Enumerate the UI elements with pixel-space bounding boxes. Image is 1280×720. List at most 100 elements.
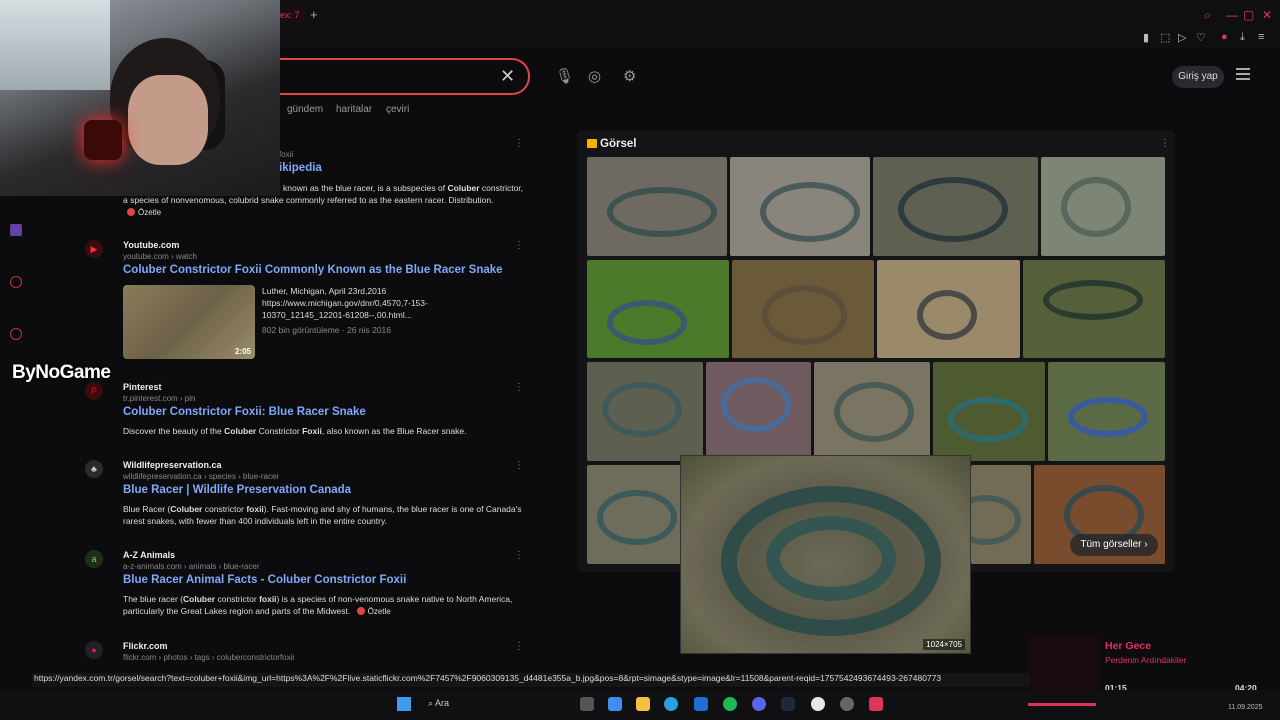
close-window-icon[interactable]: ✕ bbox=[1262, 8, 1272, 22]
app-icon[interactable] bbox=[608, 697, 622, 711]
webcam-overlay bbox=[0, 0, 280, 196]
image-thumbnail[interactable] bbox=[587, 260, 729, 358]
image-thumbnail[interactable] bbox=[1048, 362, 1165, 461]
result-site: Youtube.com bbox=[123, 240, 180, 250]
summarize-button[interactable]: Özetle bbox=[357, 606, 391, 618]
close-icon[interactable]: ✕ bbox=[500, 66, 515, 87]
steam-icon[interactable] bbox=[781, 697, 795, 711]
search-input[interactable] bbox=[250, 58, 530, 95]
microphone-icon[interactable]: 🎙 bbox=[555, 67, 574, 85]
result-wildlifepreservation: ♣ Wildlifepreservation.ca wildlifepreser… bbox=[85, 460, 530, 540]
maximize-icon[interactable]: ▢ bbox=[1243, 8, 1254, 22]
chrome-icon[interactable] bbox=[811, 697, 825, 711]
taskbar-search[interactable]: ⌕ Ara bbox=[428, 698, 449, 709]
image-size-label: 1024×705 bbox=[923, 639, 965, 650]
result-flickr: ● Flickr.com flickr.com › photos › tags … bbox=[85, 641, 530, 671]
more-options-icon[interactable]: ⋮ bbox=[514, 382, 524, 393]
image-thumbnail[interactable] bbox=[873, 157, 1038, 256]
result-crumb: wildlifepreservation.ca › species › blue… bbox=[123, 472, 280, 481]
result-title[interactable]: Coluber Constrictor Foxii Commonly Known… bbox=[123, 264, 503, 276]
new-tab-button[interactable]: + bbox=[310, 7, 318, 22]
more-options-icon[interactable]: ⋮ bbox=[514, 138, 524, 149]
all-images-label: Tüm görseller bbox=[1080, 539, 1142, 550]
image-thumbnail[interactable] bbox=[1023, 260, 1165, 358]
nav-link-ceviri[interactable]: çeviri bbox=[386, 104, 409, 115]
images-title[interactable]: Görsel bbox=[600, 138, 636, 150]
flickr-icon: ● bbox=[85, 641, 103, 659]
summarize-button[interactable]: Özetle bbox=[127, 207, 161, 219]
profile-icon[interactable]: ● bbox=[1221, 31, 1228, 43]
screenshot-icon[interactable]: ⬚ bbox=[1160, 31, 1170, 44]
image-thumbnail[interactable] bbox=[877, 260, 1020, 358]
result-site: Pinterest bbox=[123, 382, 162, 392]
search-results: foxii ikipedia ⋮ known as the blue racer… bbox=[0, 128, 540, 668]
browser-menu-icon[interactable]: ≡ bbox=[1258, 31, 1264, 43]
image-thumbnail[interactable] bbox=[933, 362, 1045, 461]
image-thumbnail[interactable] bbox=[587, 157, 727, 256]
result-site: Flickr.com bbox=[123, 641, 168, 651]
bookmark-icon[interactable]: ▮ bbox=[1143, 31, 1149, 44]
taskview-icon[interactable] bbox=[580, 697, 594, 711]
album-art bbox=[1030, 635, 1098, 697]
music-progress-bar bbox=[1028, 703, 1096, 706]
now-playing-artist: Perdenin Ardındakiler bbox=[1105, 655, 1187, 665]
result-snippet: Discover the beauty of the Coluber Const… bbox=[123, 426, 467, 436]
search-icon[interactable]: ⌕ bbox=[1204, 8, 1211, 23]
result-site: Wildlifepreservation.ca bbox=[123, 460, 222, 470]
minimize-icon[interactable]: — bbox=[1226, 8, 1238, 22]
result-pinterest: P Pinterest tr.pinterest.com › pin Colub… bbox=[85, 382, 530, 452]
nav-link-haritalar[interactable]: haritalar bbox=[336, 104, 372, 115]
all-images-button[interactable]: Tüm görseller › bbox=[1070, 534, 1158, 556]
camera-icon[interactable]: ◎ bbox=[588, 67, 601, 85]
image-thumbnail[interactable] bbox=[814, 362, 930, 461]
images-icon bbox=[587, 139, 597, 148]
result-crumb: foxii bbox=[279, 150, 294, 159]
filter-icon[interactable]: ⚙ bbox=[623, 67, 636, 85]
outlook-icon[interactable] bbox=[694, 697, 708, 711]
result-crumb: flickr.com › photos › tags › colubercons… bbox=[123, 653, 295, 662]
spotify-icon[interactable] bbox=[723, 697, 737, 711]
now-playing-title: Her Gece bbox=[1105, 640, 1152, 652]
image-thumbnail[interactable] bbox=[732, 260, 874, 358]
image-thumbnail[interactable] bbox=[730, 157, 870, 256]
play-icon[interactable]: ▷ bbox=[1178, 31, 1186, 44]
video-duration: 2:05 bbox=[234, 347, 251, 356]
windows-start-icon[interactable] bbox=[397, 697, 411, 711]
taskbar-date: 11.09.2025 bbox=[1228, 704, 1263, 711]
image-preview[interactable]: 1024×705 bbox=[680, 455, 971, 654]
result-title[interactable]: Blue Racer Animal Facts - Coluber Constr… bbox=[123, 574, 406, 586]
hamburger-menu-icon[interactable] bbox=[1236, 68, 1250, 80]
discord-icon[interactable] bbox=[752, 697, 766, 711]
video-thumbnail[interactable]: 2:05 bbox=[123, 285, 255, 359]
result-snippet: The blue racer (Coluber constrictor foxi… bbox=[123, 594, 513, 618]
nav-link-gundem[interactable]: gündem bbox=[287, 104, 323, 115]
more-options-icon[interactable]: ⋮ bbox=[1160, 138, 1170, 149]
result-title[interactable]: Blue Racer | Wildlife Preservation Canad… bbox=[123, 484, 351, 496]
image-thumbnail[interactable] bbox=[971, 465, 1031, 564]
result-title[interactable]: ikipedia bbox=[279, 162, 322, 174]
pinterest-icon: P bbox=[85, 382, 103, 400]
more-options-icon[interactable]: ⋮ bbox=[514, 641, 524, 652]
image-thumbnail[interactable] bbox=[706, 362, 811, 461]
more-options-icon[interactable]: ⋮ bbox=[514, 550, 524, 561]
heart-icon[interactable]: ♡ bbox=[1196, 31, 1206, 44]
image-thumbnail[interactable] bbox=[587, 465, 682, 564]
result-crumb: youtube.com › watch bbox=[123, 252, 197, 261]
more-options-icon[interactable]: ⋮ bbox=[514, 460, 524, 471]
channel-logo: ByNoGame bbox=[12, 362, 111, 383]
result-site: A-Z Animals bbox=[123, 550, 176, 560]
result-crumb: a-z-animals.com › animals › blue-racer bbox=[123, 562, 260, 571]
image-thumbnail[interactable] bbox=[1041, 157, 1165, 256]
image-thumbnail[interactable] bbox=[587, 362, 703, 461]
settings-icon[interactable] bbox=[840, 697, 854, 711]
wildlife-icon: ♣ bbox=[85, 460, 103, 478]
login-button[interactable]: Giriş yap bbox=[1172, 66, 1224, 88]
result-title[interactable]: Coluber Constrictor Foxii: Blue Racer Sn… bbox=[123, 406, 366, 418]
browser-tab[interactable]: ex: 7 bbox=[278, 7, 306, 23]
browser-app-icon[interactable] bbox=[869, 697, 883, 711]
edge-icon[interactable] bbox=[664, 697, 678, 711]
more-options-icon[interactable]: ⋮ bbox=[514, 240, 524, 251]
result-crumb: tr.pinterest.com › pin bbox=[123, 394, 196, 403]
download-icon[interactable]: ⤓ bbox=[1240, 31, 1245, 44]
folder-icon[interactable] bbox=[636, 697, 650, 711]
